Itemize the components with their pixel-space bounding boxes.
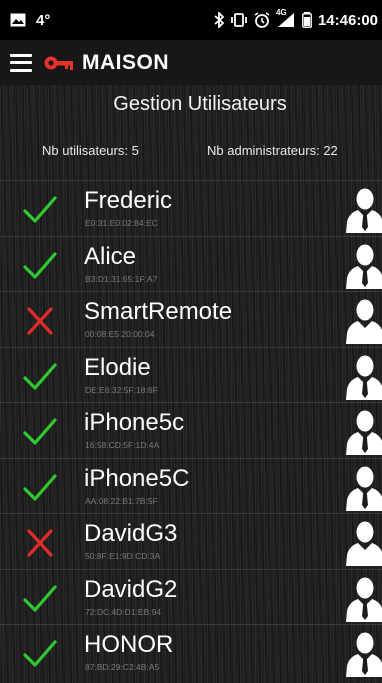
users-count: Nb utilisateurs: 5 [42,143,139,158]
check-icon [23,362,57,390]
user-profile-icon[interactable] [346,576,382,622]
user-profile-icon[interactable] [346,520,382,566]
status-time: 14:46:00 [317,11,378,29]
user-mac: DE:E6:32:5F:18:6F [85,384,158,395]
user-name: iPhone5c [84,409,185,436]
user-name: iPhone5C [84,464,190,492]
image-icon [10,13,26,27]
hamburger-menu-icon[interactable] [10,53,32,72]
user-profile-icon[interactable] [346,354,382,400]
user-name: Frederic [84,187,173,214]
check-icon [23,196,57,223]
user-mac: 87:BD:29:C2:4B:A5 [85,662,160,672]
user-row[interactable]: iPhone5c 16:58:CD:5F:1D:4A [0,402,382,458]
check-icon [23,584,57,612]
user-profile-icon[interactable] [346,243,382,289]
user-list: Frederic E0:31:E0:02:84:EC Alice B3:D1:3… [0,180,382,680]
user-name: Elodie [84,353,151,381]
user-row[interactable]: iPhone5C AA:08:22:B1:7B:5F [0,457,382,514]
user-name: HONOR [84,631,174,658]
user-row[interactable]: DavidG2 72:DC:4D:D1:EB:94 [0,568,382,625]
check-icon [23,640,57,667]
status-bar: 4° 4G 14:46:00 [0,0,382,40]
alarm-icon [254,12,270,28]
app-title: MAISON [82,50,169,74]
key-icon [44,56,73,70]
battery-icon [302,12,312,28]
user-mac: 72:DC:4D:D1:EB:94 [85,606,162,617]
user-name: DavidG3 [84,520,178,547]
user-mac: B3:D1:31:65:1F:A7 [85,273,158,284]
main-content: Gestion Utilisateurs Nb utilisateurs: 5 … [0,85,382,683]
user-mac: 50:8F:E1:9D:CD:3A [85,551,161,561]
admins-count: Nb administrateurs: 22 [207,143,338,158]
user-profile-icon[interactable] [346,187,382,233]
user-profile-icon[interactable] [346,631,382,677]
user-mac: 16:58:CD:5F:1D:4A [85,440,160,450]
user-row[interactable]: SmartRemote 00:08:E5:20:00:04 [0,291,382,347]
user-name: DavidG2 [84,575,178,603]
user-profile-icon[interactable] [346,298,382,344]
cross-icon [27,307,53,335]
user-name: Alice [84,242,137,270]
cross-icon [27,529,53,557]
user-row[interactable]: DavidG3 50:8F:E1:9D:CD:3A [0,513,382,569]
user-mac: 00:08:E5:20:00:04 [85,329,155,339]
user-row[interactable]: HONOR 87:BD:29:C2:4B:A5 [0,624,382,680]
user-row[interactable]: Alice B3:D1:31:65:1F:A7 [0,235,382,292]
app-bar: MAISON [0,40,382,85]
status-signal-text: 4° [36,11,51,29]
user-row[interactable]: Frederic E0:31:E0:02:84:EC [0,180,382,236]
user-profile-icon[interactable] [346,465,382,511]
page-title: Gestion Utilisateurs [113,93,287,115]
bluetooth-icon [214,12,224,28]
check-icon [23,251,57,279]
user-mac: E0:31:E0:02:84:EC [85,218,158,228]
user-row[interactable]: Elodie DE:E6:32:5F:18:6F [0,346,382,403]
check-icon [23,418,57,445]
cell-signal-icon [277,13,294,27]
vibrate-icon [231,13,247,27]
user-name: SmartRemote [84,298,233,325]
user-mac: AA:08:22:B1:7B:5F [85,495,158,506]
check-icon [23,473,57,501]
user-profile-icon[interactable] [346,409,382,455]
